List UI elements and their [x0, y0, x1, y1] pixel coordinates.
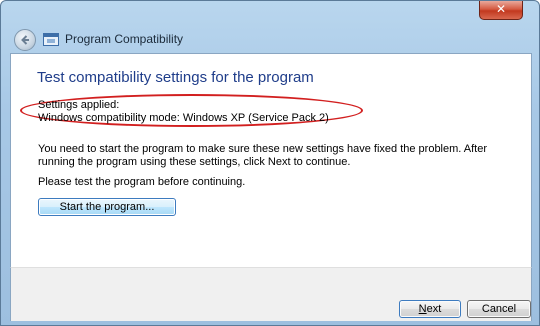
close-icon: ✕ [495, 2, 507, 16]
page-heading: Test compatibility settings for the prog… [37, 69, 314, 86]
back-arrow-icon [21, 35, 29, 45]
next-button[interactable]: Next [399, 300, 461, 318]
settings-applied-label: Settings applied: [38, 99, 120, 111]
start-program-button[interactable]: Start the program... [38, 198, 176, 216]
instruction-line-2: running the program using these settings… [38, 156, 351, 168]
window-frame: ✕ Program Compatibility Test compatibili… [0, 0, 540, 326]
settings-applied-value: Windows compatibility mode: Windows XP (… [38, 112, 329, 124]
next-label: ext [426, 303, 442, 315]
cancel-button[interactable]: Cancel [467, 300, 531, 318]
close-button[interactable]: ✕ [479, 1, 523, 20]
title-bar: ✕ Program Compatibility [1, 1, 539, 53]
window-title: Program Compatibility [65, 32, 184, 46]
back-button[interactable] [14, 29, 36, 51]
test-prompt: Please test the program before continuin… [38, 176, 246, 188]
program-compatibility-icon [43, 33, 59, 46]
next-mnemonic: N [418, 303, 427, 315]
instruction-line-1: You need to start the program to make su… [38, 143, 488, 155]
